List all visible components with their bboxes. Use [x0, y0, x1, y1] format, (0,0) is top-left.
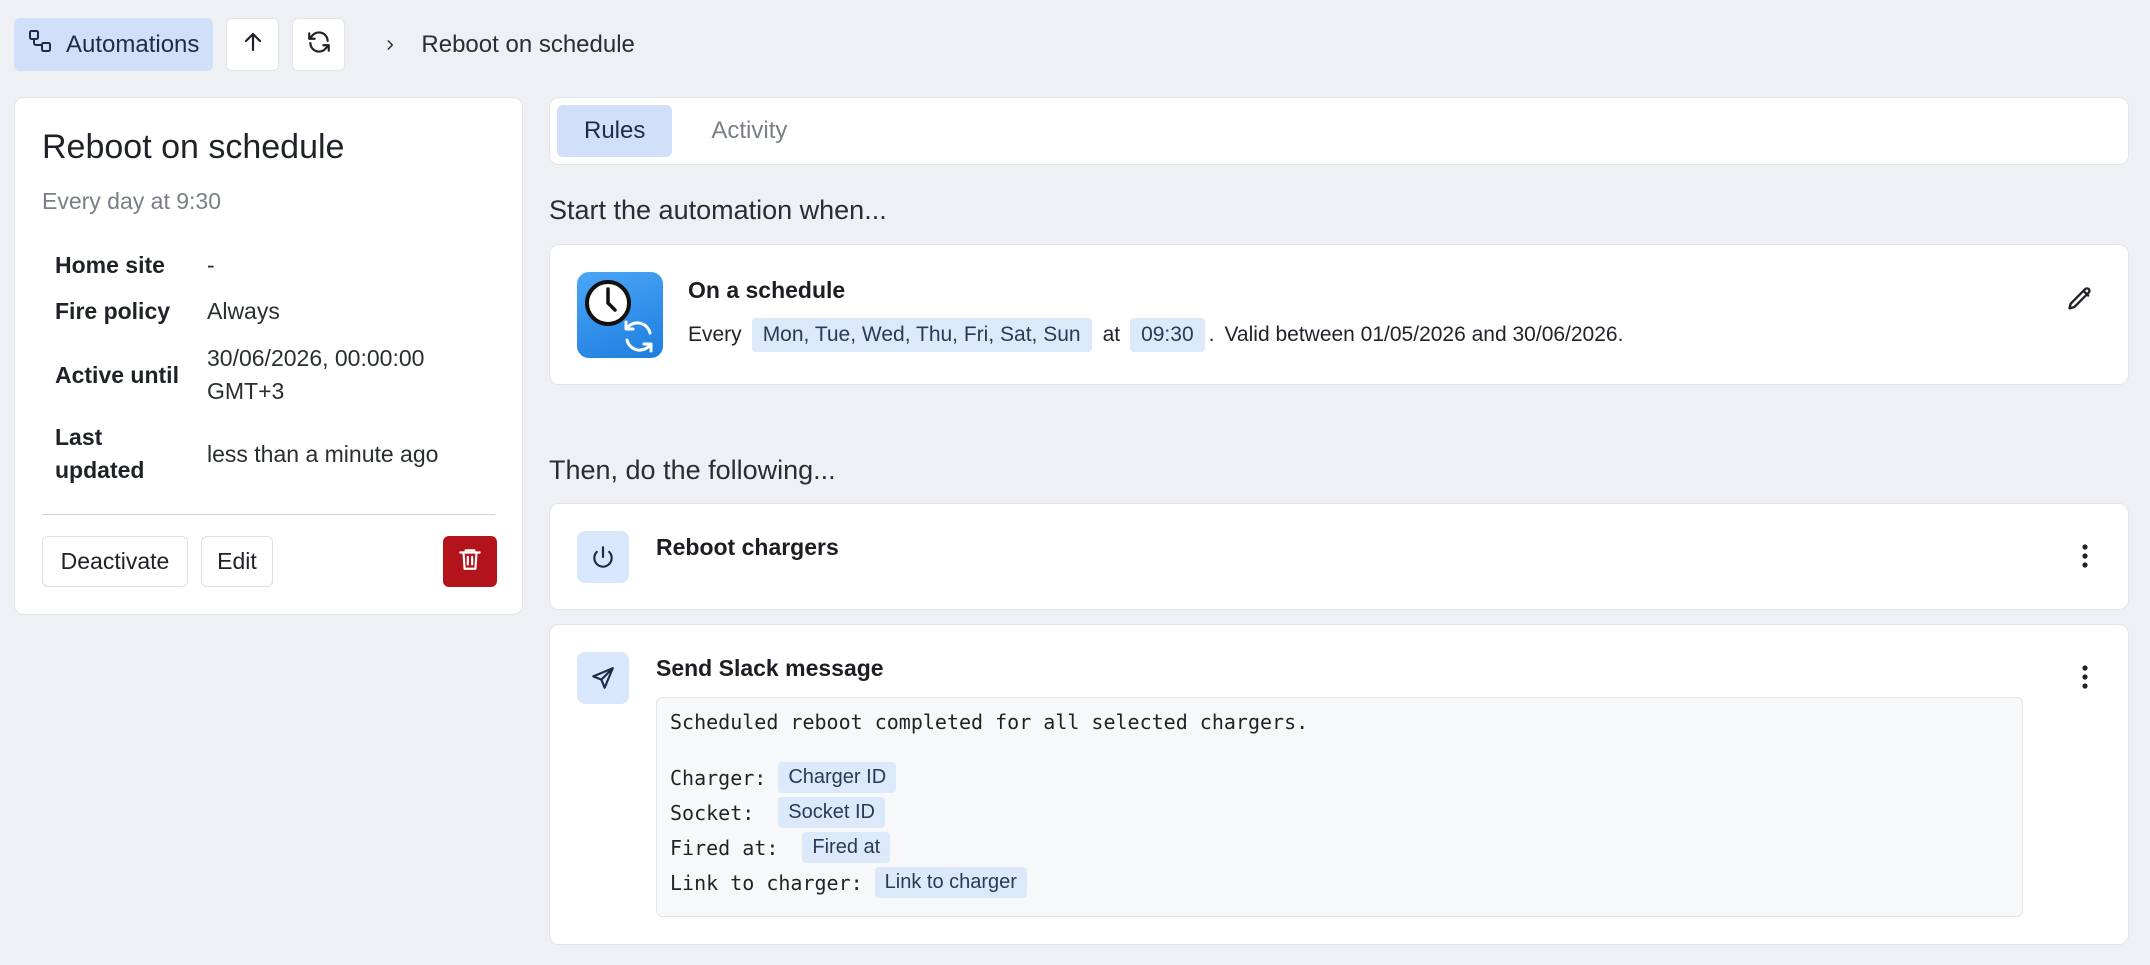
- message-field-link: Link to charger: Link to charger: [670, 867, 1027, 898]
- pencil-icon: [2066, 285, 2094, 318]
- message-preview: Scheduled reboot completed for all selec…: [656, 697, 2023, 917]
- message-intro: Scheduled reboot completed for all selec…: [670, 710, 1309, 734]
- tab-activity[interactable]: Activity: [684, 105, 814, 157]
- automation-details-card: Reboot on schedule Every day at 9:30 Hom…: [14, 97, 523, 615]
- action-card-reboot: Reboot chargers: [549, 503, 2129, 610]
- trash-icon: [457, 546, 483, 577]
- message-field-socket: Socket: Socket ID: [670, 797, 885, 828]
- time-chip: 09:30: [1130, 318, 1205, 352]
- field-label: Link to charger:: [670, 870, 863, 895]
- active-until-label: Active until: [55, 362, 179, 388]
- last-updated-label-line2: updated: [55, 457, 145, 483]
- trigger-section-heading: Start the automation when...: [549, 195, 887, 225]
- message-field-fired-at: Fired at: Fired at: [670, 832, 891, 863]
- home-site-value: -: [207, 252, 215, 278]
- breadcrumb: Reboot on schedule: [383, 31, 635, 59]
- tab-rules[interactable]: Rules: [557, 105, 673, 157]
- refresh-button[interactable]: [292, 18, 346, 71]
- action-menu-button[interactable]: [2070, 538, 2100, 578]
- action-menu-button[interactable]: [2070, 659, 2100, 699]
- last-updated-label-line1: Last: [55, 424, 103, 450]
- power-icon: [577, 531, 629, 583]
- active-until-value: 30/06/2026, 00:00:00 GMT+3: [207, 342, 424, 408]
- divider: [42, 514, 495, 515]
- navigate-up-button[interactable]: [226, 18, 280, 71]
- automation-title: Reboot on schedule: [42, 128, 345, 166]
- fire-policy-value: Always: [207, 298, 280, 324]
- field-label: Charger:: [670, 765, 767, 790]
- days-chip: Mon, Tue, Wed, Thu, Fri, Sat, Sun: [751, 318, 1092, 352]
- period-text: .: [1208, 323, 1215, 346]
- refresh-icon: [306, 29, 332, 60]
- automations-button[interactable]: Automations: [14, 18, 214, 71]
- automations-icon: [28, 29, 52, 60]
- variable-chip: Socket ID: [778, 797, 885, 828]
- fire-policy-label: Fire policy: [55, 298, 171, 324]
- trigger-title: On a schedule: [688, 277, 846, 303]
- action-title-reboot: Reboot chargers: [656, 534, 839, 560]
- top-toolbar: Automations Reboot on schedule: [14, 18, 635, 71]
- actions-section-heading: Then, do the following...: [549, 455, 836, 485]
- home-site-label: Home site: [55, 252, 165, 278]
- tabs-bar: Rules Activity: [549, 97, 2129, 165]
- last-updated-value: less than a minute ago: [207, 441, 439, 467]
- trigger-card: On a schedule Every Mon, Tue, Wed, Thu, …: [549, 244, 2129, 385]
- variable-chip: Link to charger: [874, 867, 1027, 898]
- action-card-slack: Send Slack message Scheduled reboot comp…: [549, 624, 2129, 945]
- chevron-right-icon: [383, 31, 397, 59]
- message-field-charger: Charger: Charger ID: [670, 762, 897, 793]
- delete-button[interactable]: [443, 536, 497, 587]
- active-until-timezone: GMT+3: [207, 378, 285, 404]
- automation-subtitle: Every day at 9:30: [42, 188, 221, 214]
- breadcrumb-current: Reboot on schedule: [421, 30, 635, 58]
- valid-period-text: Valid between 01/05/2026 and 30/06/2026.: [1224, 323, 1624, 346]
- field-label: Socket:: [670, 800, 755, 825]
- last-updated-label: Last updated: [55, 421, 144, 487]
- edit-trigger-button[interactable]: [2060, 281, 2100, 321]
- field-label: Fired at:: [670, 835, 779, 860]
- active-until-date: 30/06/2026, 00:00:00: [207, 345, 425, 371]
- automations-label: Automations: [66, 30, 200, 58]
- variable-chip: Charger ID: [778, 762, 897, 793]
- edit-button[interactable]: Edit: [201, 536, 273, 587]
- every-text: Every: [688, 323, 742, 346]
- deactivate-button[interactable]: Deactivate: [42, 536, 188, 587]
- more-vertical-icon: [2081, 664, 2089, 695]
- more-vertical-icon: [2081, 543, 2089, 574]
- schedule-description: Every Mon, Tue, Wed, Thu, Fri, Sat, Sun …: [688, 318, 1623, 352]
- action-title-slack: Send Slack message: [656, 655, 884, 681]
- send-icon: [577, 652, 629, 704]
- variable-chip: Fired at: [802, 832, 891, 863]
- schedule-icon: [577, 272, 663, 358]
- at-text: at: [1102, 323, 1121, 346]
- arrow-up-icon: [241, 30, 265, 59]
